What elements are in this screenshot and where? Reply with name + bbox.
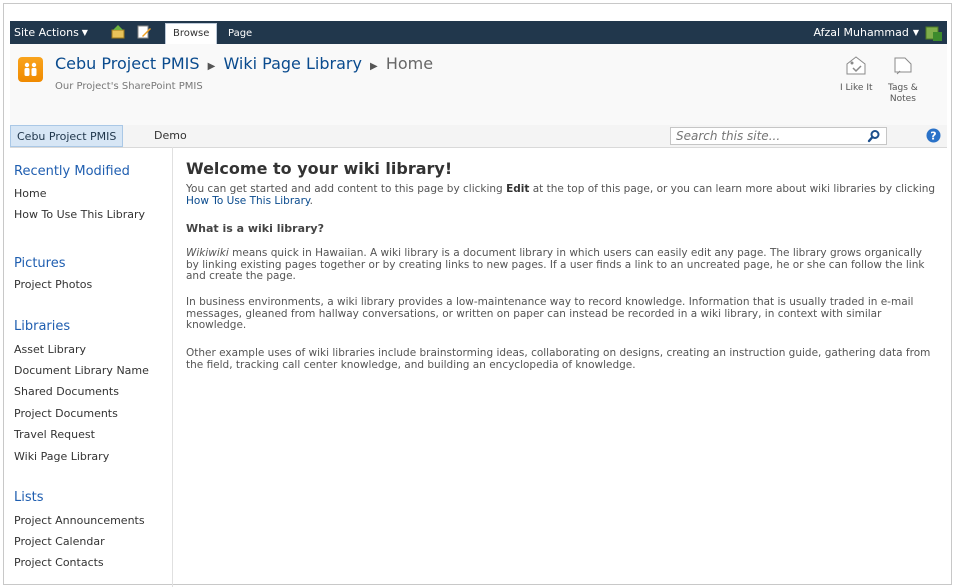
chevron-down-icon: ▼: [912, 28, 919, 37]
tags-notes-button[interactable]: Tags & Notes: [888, 54, 918, 105]
intro-paragraph: You can get started and add content to t…: [186, 183, 938, 207]
topnav-item-cebu-project-pmis[interactable]: Cebu Project PMIS: [10, 125, 124, 147]
sidebar-item-shared-documents[interactable]: Shared Documents: [14, 385, 119, 398]
sidebar-item-project-photos[interactable]: Project Photos: [14, 278, 92, 291]
sidebar-heading-recently-modified[interactable]: Recently Modified: [14, 164, 130, 179]
sidebar-item-document-library-name[interactable]: Document Library Name: [14, 364, 149, 377]
top-navigation: Cebu Project PMIS Demo ?: [10, 125, 947, 148]
user-name: Afzal Muhammad: [813, 26, 909, 39]
intro-text-a: You can get started and add content to t…: [186, 183, 507, 195]
breadcrumb-site[interactable]: Cebu Project PMIS: [55, 54, 200, 73]
search-box: [670, 127, 887, 145]
i-like-it-button[interactable]: I Like It: [840, 54, 873, 94]
paragraph-wikiwiki: Wikiwiki means quick in Hawaiian. A wiki…: [186, 247, 938, 283]
site-logo-icon[interactable]: [18, 57, 43, 82]
search-icon[interactable]: [867, 129, 881, 143]
sidebar-item-project-documents[interactable]: Project Documents: [14, 407, 118, 420]
help-icon[interactable]: ?: [926, 128, 941, 143]
intro-edit-text: Edit: [506, 183, 530, 195]
sidebar-item-project-announcements[interactable]: Project Announcements: [14, 514, 145, 527]
edit-page-icon[interactable]: [136, 24, 152, 40]
breadcrumb-separator-icon: ▶: [370, 61, 378, 72]
sidebar-heading-lists[interactable]: Lists: [14, 490, 44, 505]
section-subheading: What is a wiki library?: [186, 222, 324, 235]
site-description: Our Project's SharePoint PMIS: [55, 81, 203, 92]
topnav-item-demo[interactable]: Demo: [148, 125, 193, 147]
user-menu[interactable]: Afzal Muhammad ▼: [813, 26, 919, 39]
breadcrumb-current: Home: [385, 54, 434, 73]
site-actions-menu[interactable]: Site Actions ▼: [14, 26, 88, 39]
navigate-up-icon[interactable]: [110, 24, 126, 40]
sidebar-item-project-contacts[interactable]: Project Contacts: [14, 556, 104, 569]
sidebar-item-wiki-page-library[interactable]: Wiki Page Library: [14, 450, 109, 463]
sidebar-item-asset-library[interactable]: Asset Library: [14, 343, 86, 356]
sidebar-item-travel-request[interactable]: Travel Request: [14, 428, 95, 441]
paragraph-examples: Other example uses of wiki libraries inc…: [186, 347, 931, 371]
user-status-icon[interactable]: [925, 24, 943, 42]
sidebar-item-how-to-use[interactable]: How To Use This Library: [14, 208, 145, 221]
page-title: Welcome to your wiki library!: [186, 159, 453, 178]
intro-text-c: .: [309, 194, 313, 207]
title-area: Cebu Project PMIS ▶ Wiki Page Library ▶ …: [10, 44, 947, 126]
wikiwiki-term: Wikiwiki: [186, 247, 229, 259]
tags-notes-label: Tags & Notes: [888, 83, 918, 104]
breadcrumb: Cebu Project PMIS ▶ Wiki Page Library ▶ …: [55, 54, 433, 73]
thumbs-up-tag-icon: [846, 56, 866, 75]
breadcrumb-library[interactable]: Wiki Page Library: [223, 54, 361, 73]
tab-browse[interactable]: Browse: [165, 23, 218, 44]
chevron-down-icon: ▼: [81, 28, 88, 37]
sidebar-item-project-calendar[interactable]: Project Calendar: [14, 535, 105, 548]
intro-text-b: at the top of this page, or you can lear…: [529, 183, 936, 195]
i-like-it-label: I Like It: [840, 83, 873, 93]
quick-launch: Recently Modified Home How To Use This L…: [10, 147, 173, 587]
site-actions-label: Site Actions: [14, 26, 79, 39]
paragraph-1-text: means quick in Hawaiian. A wiki library …: [186, 247, 925, 282]
breadcrumb-separator-icon: ▶: [207, 61, 216, 72]
svg-text:?: ?: [930, 129, 936, 142]
ribbon-bar: Site Actions ▼ Browse Page Afzal Muhamma…: [10, 21, 947, 44]
sidebar-heading-pictures[interactable]: Pictures: [14, 256, 65, 271]
how-to-use-link[interactable]: How To Use This Library: [186, 195, 310, 207]
sidebar-heading-libraries[interactable]: Libraries: [14, 319, 70, 334]
sidebar-item-home[interactable]: Home: [14, 187, 46, 200]
search-input[interactable]: [671, 128, 861, 144]
paragraph-business: In business environments, a wiki library…: [186, 296, 914, 331]
tags-notes-icon: [894, 57, 912, 75]
tab-page[interactable]: Page: [221, 24, 259, 44]
